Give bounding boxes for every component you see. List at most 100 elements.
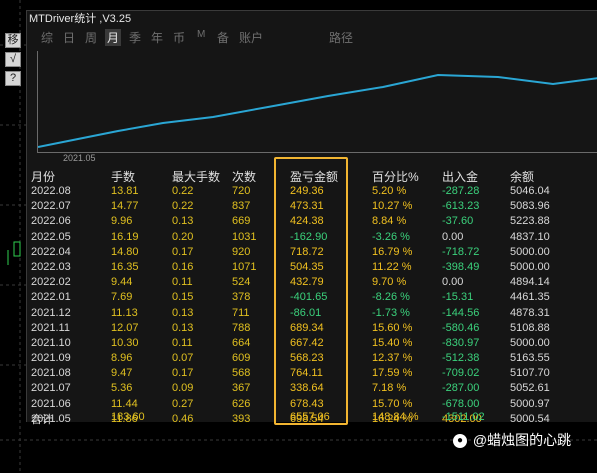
cell-deposit: -287.00 — [442, 382, 480, 395]
cell-lots: 14.80 — [111, 245, 139, 258]
cell-percent: -1.73 % — [372, 306, 410, 319]
tab-note[interactable]: 备 — [217, 29, 229, 46]
cell-balance: 5000.00 — [510, 245, 550, 258]
cell-month: 2021.12 — [31, 306, 71, 319]
tab-currency[interactable]: 币 — [173, 29, 185, 46]
window-title: MTDriver统计 ,V3.25 — [29, 13, 132, 25]
cell-balance: 4837.10 — [510, 230, 550, 243]
cell-max-lots: 0.09 — [172, 382, 194, 395]
cell-month: 2022.04 — [31, 245, 71, 258]
help-button[interactable]: ? — [5, 71, 21, 86]
tab-quarter[interactable]: 季 — [129, 29, 141, 46]
equity-curve-svg — [37, 73, 597, 148]
tab-path[interactable]: 路径 — [329, 29, 353, 46]
cell-percent: -8.26 % — [372, 291, 410, 304]
cell-month: 2022.08 — [31, 185, 71, 197]
cell-month: 2021.08 — [31, 367, 71, 380]
cell-trades: 1031 — [232, 230, 257, 243]
tab-year[interactable]: 年 — [151, 29, 163, 46]
cell-deposit: -613.23 — [442, 200, 480, 213]
cell-lots: 16.35 — [111, 260, 139, 273]
cell-deposit: -678.00 — [442, 397, 480, 410]
cell-balance: 4894.14 — [510, 276, 550, 289]
cell-balance: 5083.96 — [510, 200, 550, 213]
cell-max-lots: 0.11 — [172, 276, 193, 289]
cell-max-lots: 0.15 — [172, 291, 194, 304]
cell-max-lots: 0.11 — [172, 336, 193, 349]
profit-column-highlight — [274, 157, 348, 425]
cell-lots: 11.44 — [111, 397, 138, 410]
cell-trades: 367 — [232, 382, 251, 395]
cell-percent: 8.84 % — [372, 215, 407, 228]
cell-lots: 14.77 — [111, 200, 139, 213]
cell-trades: 568 — [232, 367, 251, 380]
cell-lots: 10.30 — [111, 336, 139, 349]
cell-percent: 5.20 % — [372, 185, 407, 197]
cell-balance: 5000.00 — [510, 336, 550, 349]
cell-trades: 711 — [232, 306, 250, 319]
totals-lots: 183.60 — [111, 411, 145, 423]
cell-max-lots: 0.17 — [172, 367, 194, 380]
cell-max-lots: 0.07 — [172, 352, 194, 365]
cell-max-lots: 0.13 — [172, 306, 194, 319]
tab-month[interactable]: 月 — [105, 29, 122, 46]
header-lots: 手数 — [111, 170, 136, 184]
tab-week[interactable]: 周 — [85, 29, 97, 46]
cell-month: 2021.09 — [31, 352, 71, 365]
cell-month: 2022.01 — [31, 291, 71, 304]
cell-balance: 5107.70 — [510, 367, 550, 380]
cell-percent: 15.40 % — [372, 336, 413, 349]
header-trades: 次数 — [232, 170, 257, 184]
chart-start-date: 2021.05 — [63, 153, 96, 163]
totals-label: 合计 — [31, 414, 53, 426]
tab-account[interactable]: 账户 — [239, 29, 263, 46]
cell-balance: 5108.88 — [510, 321, 550, 334]
tab-day[interactable]: 日 — [63, 29, 75, 46]
cell-balance: 5000.97 — [510, 397, 550, 410]
tab-magic[interactable]: M — [197, 29, 205, 40]
cell-trades: 720 — [232, 185, 251, 197]
cell-month: 2022.02 — [31, 276, 71, 289]
header-percent: 百分比% — [372, 170, 419, 184]
cell-trades: 378 — [232, 291, 251, 304]
cell-percent: 12.37 % — [372, 352, 413, 365]
cell-max-lots: 0.13 — [172, 321, 194, 334]
cell-max-lots: 0.20 — [172, 230, 194, 243]
watermark: ● @蜡烛图的心跳 — [453, 430, 571, 450]
tab-summary[interactable]: 综 — [41, 29, 53, 46]
cell-trades: 609 — [232, 352, 251, 365]
cell-trades: 626 — [232, 397, 251, 410]
cell-deposit: -398.49 — [442, 260, 480, 273]
cell-trades: 837 — [232, 200, 251, 213]
totals-deposit: -1511.02 — [442, 411, 485, 423]
check-button[interactable]: √ — [5, 52, 21, 67]
cell-balance: 5000.00 — [510, 260, 550, 273]
cell-percent: 17.59 % — [372, 367, 413, 380]
cell-deposit: -144.56 — [442, 306, 480, 319]
watermark-text: @蜡烛图的心跳 — [472, 432, 572, 448]
cell-lots: 9.96 — [111, 215, 133, 228]
cell-percent: 11.22 % — [372, 260, 412, 273]
cell-trades: 524 — [232, 276, 251, 289]
cell-max-lots: 0.22 — [172, 185, 194, 197]
cell-percent: 16.79 % — [372, 245, 413, 258]
equity-chart — [37, 51, 597, 153]
cell-balance: 5163.55 — [510, 352, 550, 365]
cell-month: 2022.03 — [31, 260, 71, 273]
cell-percent: 9.70 % — [372, 276, 407, 289]
cell-month: 2022.07 — [31, 200, 71, 213]
cell-deposit: -709.02 — [442, 367, 480, 380]
cell-percent: 15.70 % — [372, 397, 413, 410]
cell-percent: -3.26 % — [372, 230, 410, 243]
move-button[interactable]: 移 — [5, 33, 21, 48]
cell-trades: 788 — [232, 321, 251, 334]
cell-month: 2021.10 — [31, 336, 71, 349]
cell-lots: 9.47 — [111, 367, 133, 380]
cell-percent: 10.27 % — [372, 200, 413, 213]
cell-max-lots: 0.17 — [172, 245, 194, 258]
cell-lots: 5.36 — [111, 382, 133, 395]
cell-deposit: -830.97 — [442, 336, 480, 349]
cell-balance: 5052.61 — [510, 382, 550, 395]
cell-balance: 4878.31 — [510, 306, 550, 319]
cell-lots: 9.44 — [111, 276, 133, 289]
